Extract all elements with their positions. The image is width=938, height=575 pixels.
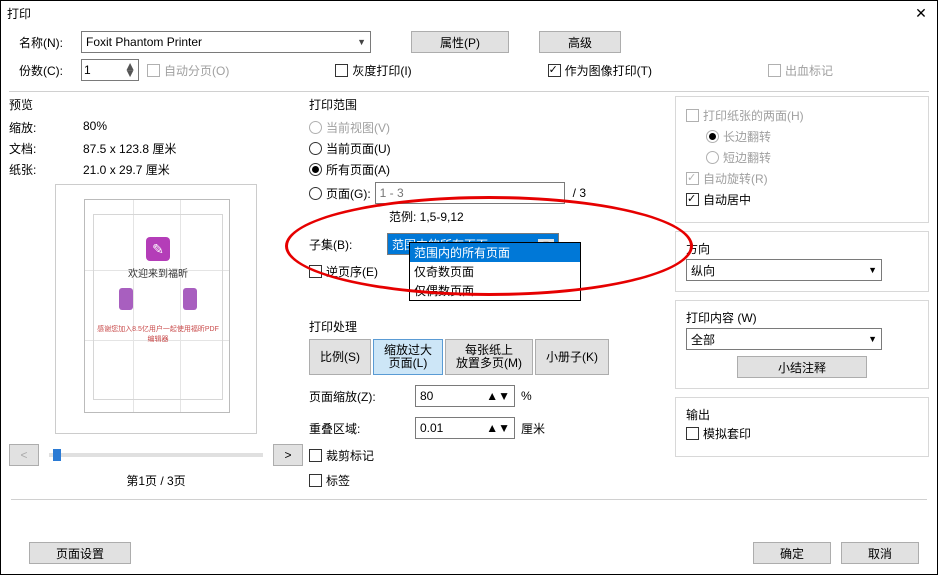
chevron-down-icon: ▼ [868,265,877,275]
copies-spinner[interactable]: 1 ▲▼ [81,59,139,81]
grayscale-checkbox[interactable]: 灰度打印(I) [335,62,411,79]
overlap-spinner[interactable]: 0.01 ▲▼ [415,417,515,439]
zoom-label: 缩放: [9,119,83,136]
current-view-radio: 当前视图(V) [309,119,390,136]
auto-rotate-checkbox: 自动旋转(R) [686,170,768,187]
doc-value: 87.5 x 123.8 厘米 [83,140,176,157]
prev-page-button[interactable]: < [9,444,39,466]
page-setup-button[interactable]: 页面设置 [29,542,131,564]
zoom-value: 80% [83,119,107,136]
subset-option-even[interactable]: 仅偶数页面 [410,281,580,300]
auto-center-checkbox[interactable]: 自动居中 [686,191,751,208]
scale-mode-button[interactable]: 比例(S) [309,339,371,375]
spin-up-icon[interactable]: ▲ [486,389,498,403]
overlap-label: 重叠区域: [309,420,409,437]
collate-checkbox: 自动分页(O) [147,62,229,79]
properties-button[interactable]: 属性(P) [411,31,509,53]
subset-option-all[interactable]: 范围内的所有页面 [410,243,580,262]
pages-radio[interactable]: 页面(G): [309,185,371,202]
pages-total: / 3 [573,186,586,200]
doc-label: 文档: [9,140,83,157]
spin-down-icon[interactable]: ▼ [498,421,510,435]
page-scale-label: 页面缩放(Z): [309,388,409,405]
reverse-order-checkbox[interactable]: 逆页序(E) [309,263,378,280]
copies-value: 1 [84,63,91,77]
dialog-title: 打印 [7,5,911,22]
content-select[interactable]: 全部▼ [686,328,882,350]
subset-option-odd[interactable]: 仅奇数页面 [410,262,580,281]
chevron-down-icon: ▼ [868,334,877,344]
spin-down-icon[interactable]: ▼ [124,70,136,77]
preview-header: 预览 [9,96,303,113]
subset-dropdown[interactable]: 范围内的所有页面 仅奇数页面 仅偶数页面 [409,242,581,301]
copies-label: 份数(C): [19,62,73,79]
paper-value: 21.0 x 29.7 厘米 [83,161,170,178]
ok-button[interactable]: 确定 [753,542,831,564]
page-slider[interactable] [49,453,263,457]
as-image-checkbox[interactable]: 作为图像打印(T) [548,62,652,79]
orientation-label: 方向 [686,240,918,257]
all-pages-radio[interactable]: 所有页面(A) [309,161,390,178]
overlap-unit: 厘米 [521,420,545,437]
current-page-radio[interactable]: 当前页面(U) [309,140,391,157]
range-header: 打印范围 [309,96,669,113]
simulate-overprint-checkbox[interactable]: 模拟套印 [686,425,751,442]
page-scale-unit: % [521,389,532,403]
cancel-button[interactable]: 取消 [841,542,919,564]
printer-select[interactable]: Foxit Phantom Printer ▼ [81,31,371,53]
multi-mode-button[interactable]: 每张纸上放置多页(M) [445,339,533,375]
pages-example-label: 范例: 1,5-9,12 [389,208,669,225]
printer-select-value: Foxit Phantom Printer [86,35,202,49]
long-edge-radio: 长边翻转 [706,128,771,145]
next-page-button[interactable]: > [273,444,303,466]
chevron-down-icon: ▼ [357,37,366,47]
thumb-logo-icon: ✎ [146,237,170,261]
cut-marks-checkbox[interactable]: 裁剪标记 [309,447,374,464]
page-indicator: 第1页 / 3页 [9,472,303,489]
booklet-mode-button[interactable]: 小册子(K) [535,339,609,375]
spin-up-icon[interactable]: ▲ [486,421,498,435]
subset-label: 子集(B): [309,236,381,253]
content-label: 打印内容 (W) [686,309,918,326]
advanced-button[interactable]: 高级 [539,31,621,53]
labels-checkbox[interactable]: 标签 [309,472,350,489]
output-label: 输出 [686,406,918,423]
bleed-checkbox: 出血标记 [768,62,833,79]
handling-header: 打印处理 [309,318,669,335]
close-button[interactable]: ✕ [911,5,931,22]
summary-comments-button[interactable]: 小结注释 [737,356,867,378]
pages-input[interactable] [375,182,565,204]
duplex-checkbox: 打印纸张的两面(H) [686,107,804,124]
orientation-select[interactable]: 纵向▼ [686,259,882,281]
spin-down-icon[interactable]: ▼ [498,389,510,403]
preview-canvas: ✎ 欢迎来到福昕 感谢您加入8.5亿用户一起使用福昕PDF编辑器 [55,184,257,434]
name-label: 名称(N): [19,34,73,51]
thumb-title: 欢迎来到福昕 [94,265,222,280]
fit-mode-button[interactable]: 缩放过大页面(L) [373,339,443,375]
thumb-footer: 感谢您加入8.5亿用户一起使用福昕PDF编辑器 [94,324,222,344]
paper-label: 纸张: [9,161,83,178]
page-scale-spinner[interactable]: 80 ▲▼ [415,385,515,407]
short-edge-radio: 短边翻转 [706,149,771,166]
